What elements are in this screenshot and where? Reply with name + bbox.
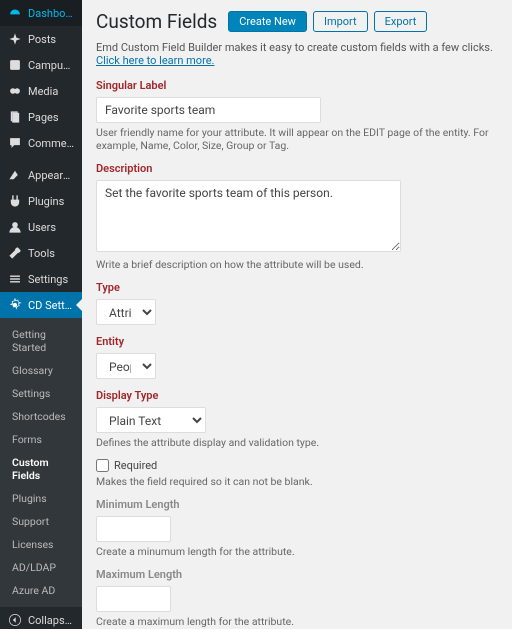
display-type-label: Display Type — [96, 389, 498, 402]
submenu-forms[interactable]: Forms — [0, 428, 82, 451]
entity-select[interactable]: People — [96, 353, 156, 379]
plugins-icon — [8, 194, 22, 208]
page-title: Custom Fields — [96, 10, 217, 33]
submenu-settings[interactable]: Settings — [0, 382, 82, 405]
tools-icon — [8, 246, 22, 260]
submenu-custom-fields[interactable]: Custom Fields — [0, 451, 82, 487]
submenu-getting-started[interactable]: Getting Started — [0, 323, 82, 359]
nav-cd-settings-label: CD Settings — [28, 299, 74, 312]
nav-settings[interactable]: Settings — [0, 266, 82, 292]
singular-helper: User friendly name for your attribute. I… — [96, 126, 498, 152]
required-helper: Makes the field required so it can not b… — [96, 475, 498, 488]
required-label: Required — [114, 459, 157, 472]
nav-users[interactable]: Users — [0, 214, 82, 240]
submenu-plugins[interactable]: Plugins — [0, 487, 82, 510]
nav-tools[interactable]: Tools — [0, 240, 82, 266]
nav-plugins-label: Plugins — [28, 195, 64, 208]
display-type-helper: Defines the attribute display and valida… — [96, 436, 498, 449]
import-button[interactable]: Import — [313, 11, 368, 32]
nav-users-label: Users — [28, 221, 56, 234]
nav-campus-directory[interactable]: Campus Directory — [0, 52, 82, 78]
appearance-icon — [8, 168, 22, 182]
required-checkbox[interactable] — [96, 459, 109, 472]
directory-icon — [8, 58, 22, 72]
cd-settings-submenu: Getting Started Glossary Settings Shortc… — [0, 318, 82, 607]
description-textarea[interactable]: Set the favorite sports team of this per… — [96, 180, 401, 252]
description-label: Description — [96, 162, 498, 175]
nav-settings-label: Settings — [28, 273, 68, 286]
min-length-input[interactable] — [96, 516, 171, 542]
type-label: Type — [96, 281, 498, 294]
nav-posts[interactable]: Posts — [0, 26, 82, 52]
collapse-menu-label: Collapse menu — [28, 614, 74, 627]
submenu-glossary[interactable]: Glossary — [0, 359, 82, 382]
submenu-support[interactable]: Support — [0, 510, 82, 533]
pages-icon — [8, 110, 22, 124]
max-length-label: Maximum Length — [96, 568, 498, 581]
nav-comments-label: Comments — [28, 137, 74, 150]
nav-dashboard-label: Dashboard — [28, 7, 74, 20]
nav-appearance[interactable]: Appearance — [0, 162, 82, 188]
comments-icon — [8, 136, 22, 150]
singular-input[interactable] — [96, 97, 321, 123]
learn-more-link[interactable]: Click here to learn more. — [96, 54, 214, 67]
submenu-adldap[interactable]: AD/LDAP — [0, 556, 82, 579]
pin-icon — [8, 32, 22, 46]
dashboard-icon — [8, 6, 22, 20]
nav-appearance-label: Appearance — [28, 169, 74, 182]
nav-dashboard[interactable]: Dashboard — [0, 0, 82, 26]
settings-icon — [8, 272, 22, 286]
nav-pages[interactable]: Pages — [0, 104, 82, 130]
collapse-icon — [8, 613, 22, 627]
collapse-menu[interactable]: Collapse menu — [0, 607, 82, 629]
nav-comments[interactable]: Comments — [0, 130, 82, 156]
min-length-helper: Create a minumum length for the attribut… — [96, 545, 498, 558]
export-button[interactable]: Export — [374, 11, 428, 32]
nav-posts-label: Posts — [28, 33, 56, 46]
description-helper: Write a brief description on how the att… — [96, 258, 498, 271]
gear-icon — [8, 298, 22, 312]
max-length-input[interactable] — [96, 586, 171, 612]
submenu-shortcodes[interactable]: Shortcodes — [0, 405, 82, 428]
type-select[interactable]: Attribute — [96, 299, 156, 325]
submenu-licenses[interactable]: Licenses — [0, 533, 82, 556]
media-icon — [8, 84, 22, 98]
min-length-label: Minimum Length — [96, 498, 498, 511]
nav-tools-label: Tools — [28, 247, 55, 260]
nav-media-label: Media — [28, 85, 58, 98]
nav-media[interactable]: Media — [0, 78, 82, 104]
max-length-helper: Create a maximum length for the attribut… — [96, 615, 498, 628]
nav-cd-settings[interactable]: CD Settings — [0, 292, 82, 318]
submenu-azure-ad[interactable]: Azure AD — [0, 579, 82, 602]
nav-plugins[interactable]: Plugins — [0, 188, 82, 214]
entity-label: Entity — [96, 335, 498, 348]
nav-campus-directory-label: Campus Directory — [28, 59, 74, 72]
singular-label: Singular Label — [96, 79, 498, 92]
display-type-select[interactable]: Plain Text — [96, 407, 206, 433]
active-arrow-icon — [76, 299, 82, 311]
intro-text: Emd Custom Field Builder makes it easy t… — [96, 41, 498, 67]
users-icon — [8, 220, 22, 234]
nav-pages-label: Pages — [28, 111, 59, 124]
create-new-button[interactable]: Create New — [228, 11, 307, 32]
